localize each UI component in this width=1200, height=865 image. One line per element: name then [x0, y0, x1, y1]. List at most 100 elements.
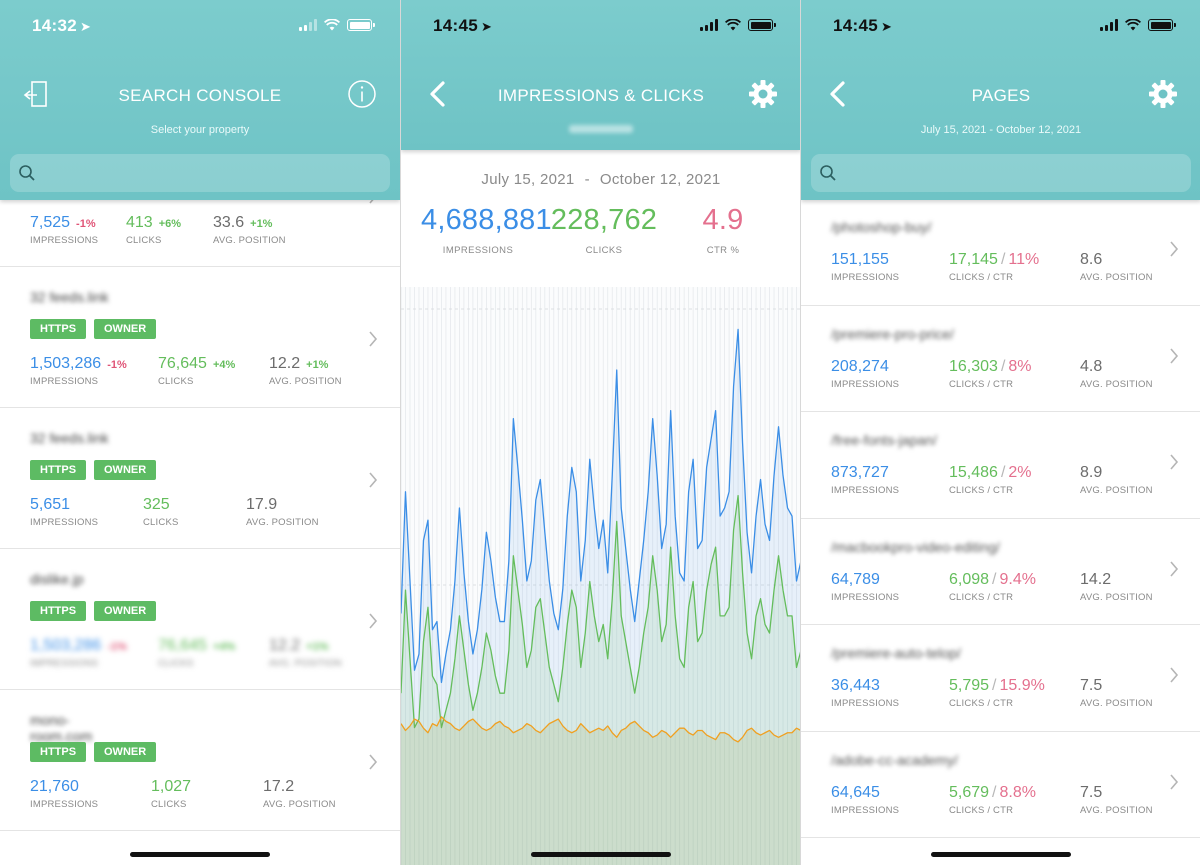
- page-row[interactable]: /photoshop-buy/151,155 IMPRESSIONS 17,145/…: [801, 199, 1200, 306]
- clicks-metric: 76,645 +4% CLICKS: [158, 355, 236, 387]
- clicks-ctr-metric: 5,679/8.8% CLICKS / CTR: [949, 783, 1036, 816]
- location-arrow-icon: ➤: [880, 19, 893, 34]
- battery-icon: [347, 19, 375, 31]
- clicks-metric: 76,645 +4% CLICKS: [158, 637, 236, 669]
- impressions-metric: 21,760 IMPRESSIONS: [30, 778, 99, 810]
- page-row[interactable]: /free-fonts-japan/873,727 IMPRESSIONS 15,4…: [801, 412, 1200, 519]
- page-title: SEARCH CONSOLE: [118, 86, 282, 105]
- gear-icon[interactable]: [747, 78, 779, 110]
- page-url: /premiere-pro-price/: [831, 325, 954, 342]
- signal-icon: [700, 19, 718, 31]
- wifi-icon: [324, 19, 340, 31]
- property-name: dislike.jp: [30, 571, 84, 587]
- owner-badge: OWNER: [94, 460, 157, 480]
- clicks-metric: 1,027 CLICKS: [151, 778, 192, 810]
- position-metric: 17.9 AVG. POSITION: [246, 496, 319, 528]
- https-badge: HTTPS: [30, 460, 87, 480]
- clicks-ctr-metric: 16,303/8% CLICKS / CTR: [949, 357, 1032, 390]
- total-clicks: 228,762 CLICKS: [550, 204, 658, 256]
- impressions-metric: 36,443 IMPRESSIONS: [831, 677, 900, 709]
- page-url: /free-fonts-japan/: [831, 432, 937, 448]
- home-indicator[interactable]: [130, 852, 270, 857]
- impressions-metric: 1,503,286 -1% IMPRESSIONS: [30, 637, 127, 669]
- search-input[interactable]: [10, 154, 390, 192]
- impressions-metric: 873,727 IMPRESSIONS: [831, 464, 900, 496]
- location-arrow-icon: ➤: [79, 19, 92, 34]
- total-impressions: 4,688,881 IMPRESSIONS: [421, 204, 552, 256]
- chevron-right-icon: [369, 613, 378, 629]
- page-subtitle: Select your property: [150, 124, 250, 136]
- gear-icon[interactable]: [1147, 78, 1179, 110]
- battery-icon: [1148, 19, 1176, 31]
- status-time: 14:45 ➤: [433, 16, 493, 35]
- signal-icon: [1100, 19, 1118, 31]
- wifi-icon: [725, 19, 741, 31]
- date-range-subtitle: July 15, 2021 - October 12, 2021: [920, 124, 1082, 136]
- page-url: /adobe-cc-academy/: [831, 751, 958, 768]
- position-metric: 33.6 +1% AVG. POSITION: [213, 214, 286, 246]
- location-arrow-icon: ➤: [480, 19, 493, 34]
- search-console-screen: 14:32 ➤ SEARCH CONSOLE Select your proper…: [0, 0, 400, 865]
- page-row[interactable]: /premiere-auto-telop/36,443 IMPRESSIONS 5,…: [801, 625, 1200, 732]
- header: 14:45 ➤ PAGES July 15, 2021 - October 12,…: [801, 0, 1200, 200]
- property-list: 7,525 -1% IMPRESSIONS 413 +6% CLICKS 33.6 +…: [0, 188, 400, 831]
- property-card[interactable]: dislike.jp HTTPS OWNER 1,503,286 -1% IMPR…: [0, 549, 400, 690]
- property-name: 32 feeds.link: [30, 430, 109, 446]
- clicks-ctr-metric: 5,795/15.9% CLICKS / CTR: [949, 677, 1045, 709]
- page-row[interactable]: /adobe-cc-academy/64,645 IMPRESSIONS 5,679…: [801, 732, 1200, 838]
- status-bar: 14:45 ➤: [401, 16, 800, 38]
- search-icon: [820, 165, 836, 181]
- position-metric: 12.2 +1% AVG. POSITION: [269, 637, 342, 669]
- position-metric: 7.5 AVG. POSITION: [1080, 783, 1153, 816]
- chevron-right-icon: [1170, 241, 1179, 257]
- home-indicator[interactable]: [531, 852, 671, 857]
- impressions-metric: 64,645 IMPRESSIONS: [831, 783, 900, 816]
- property-card[interactable]: mono-room.com HTTPS OWNER 21,760 IMPRESS…: [0, 690, 400, 831]
- chevron-right-icon: [369, 331, 378, 347]
- chevron-right-icon: [369, 472, 378, 488]
- page-row[interactable]: /macbookpro-video-editing/64,789 IMPRESSI…: [801, 519, 1200, 625]
- impressions-metric: 64,789 IMPRESSIONS: [831, 570, 900, 603]
- battery-icon: [748, 19, 776, 31]
- impressions-metric: 5,651 IMPRESSIONS: [30, 496, 99, 528]
- clicks-metric: 413 +6% CLICKS: [126, 214, 182, 246]
- position-metric: 8.6 AVG. POSITION: [1080, 251, 1153, 283]
- page-url: /premiere-auto-telop/: [831, 645, 961, 661]
- https-badge: HTTPS: [30, 319, 87, 339]
- impressions-clicks-screen: 14:45 ➤ IMPRESSIONS & CLICKS July 15, 202…: [400, 0, 800, 865]
- total-ctr: 4.9 CTR %: [702, 204, 744, 256]
- wifi-icon: [1125, 19, 1141, 31]
- owner-badge: OWNER: [94, 319, 157, 339]
- status-time: 14:45 ➤: [833, 16, 893, 35]
- clicks-ctr-metric: 17,145/11% CLICKS / CTR: [949, 251, 1040, 283]
- date-range[interactable]: July 15, 2021- October 12, 2021: [401, 171, 800, 188]
- impressions-metric: 1,503,286 -1% IMPRESSIONS: [30, 355, 127, 387]
- chevron-right-icon: [1170, 773, 1179, 790]
- impressions-metric: 151,155 IMPRESSIONS: [831, 251, 900, 283]
- page-title: PAGES: [971, 86, 1031, 105]
- position-metric: 12.2 +1% AVG. POSITION: [269, 355, 342, 387]
- home-indicator[interactable]: [931, 852, 1071, 857]
- property-card[interactable]: 32 feeds.link HTTPS OWNER 1,503,286 -1% I…: [0, 267, 400, 408]
- header: 14:45 ➤ IMPRESSIONS & CLICKS: [401, 0, 800, 150]
- page-url: /photoshop-buy/: [831, 219, 932, 235]
- pages-list: /photoshop-buy/151,155 IMPRESSIONS 17,145/…: [801, 199, 1200, 838]
- info-icon[interactable]: [346, 78, 378, 110]
- chevron-right-icon: [1170, 560, 1179, 577]
- page-row[interactable]: /premiere-pro-price/208,274 IMPRESSIONS 16…: [801, 306, 1200, 412]
- performance-chart[interactable]: [401, 287, 800, 865]
- clicks-ctr-metric: 6,098/9.4% CLICKS / CTR: [949, 570, 1036, 603]
- impressions-metric: 7,525 -1% IMPRESSIONS: [30, 214, 99, 246]
- chevron-right-icon: [369, 754, 378, 770]
- chevron-right-icon: [1170, 347, 1179, 364]
- property-card[interactable]: 32 feeds.link HTTPS OWNER 5,651 IMPRESSI…: [0, 408, 400, 549]
- property-subtitle: [401, 124, 800, 136]
- search-input[interactable]: [811, 154, 1191, 192]
- pages-screen: 14:45 ➤ PAGES July 15, 2021 - October 12,…: [800, 0, 1200, 865]
- clicks-metric: 325 CLICKS: [143, 496, 179, 528]
- position-metric: 14.2 AVG. POSITION: [1080, 570, 1153, 603]
- clicks-ctr-metric: 15,486/2% CLICKS / CTR: [949, 464, 1032, 496]
- status-bar: 14:32 ➤: [0, 16, 400, 38]
- search-icon: [19, 165, 35, 181]
- property-card[interactable]: 7,525 -1% IMPRESSIONS 413 +6% CLICKS 33.6 +…: [0, 188, 400, 267]
